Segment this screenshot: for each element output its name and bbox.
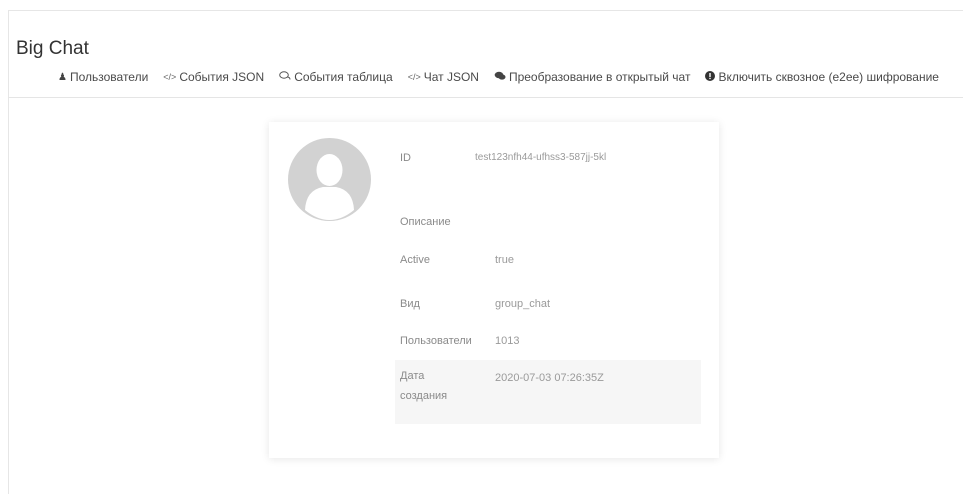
nav-enable-e2ee[interactable]: Включить сквозное (e2ee) шифрование: [705, 70, 939, 84]
row-type-value: group_chat: [495, 298, 551, 310]
nav-users-label: Пользователи: [69, 70, 149, 84]
code-icon: </>: [407, 72, 421, 82]
nav-chat-json[interactable]: </> Чат JSON: [408, 70, 479, 84]
code-icon: </>: [163, 72, 177, 82]
row-id-label: ID: [400, 152, 411, 164]
row-type-label: Вид: [400, 298, 420, 310]
row-id-value: test123nfh44-ufhss3-587jj-5kl: [475, 152, 607, 163]
info-circle-icon: [705, 70, 716, 84]
avatar-placeholder-icon: [288, 138, 371, 221]
row-created-label: Дата создания: [400, 370, 448, 402]
nav-events-table-label: События таблица: [294, 70, 393, 84]
row-description-label: Описание: [400, 216, 451, 228]
nav-users[interactable]: ♟ Пользователи: [58, 70, 148, 84]
row-created-value: 2020-07-03 07:26:35Z: [495, 372, 604, 384]
nav-enable-e2ee-label: Включить сквозное (e2ee) шифрование: [718, 70, 939, 84]
nav-divider: [8, 97, 963, 98]
row-users-label: Пользователи: [400, 335, 472, 347]
nav-convert-open-chat[interactable]: Преобразование в открытый чат: [494, 70, 691, 84]
row-active-value: true: [495, 254, 514, 266]
chat-nav: ♟ Пользователи </> События JSON События …: [58, 70, 954, 84]
row-users-value: 1013: [495, 335, 520, 347]
page-title: Big Chat: [16, 38, 89, 59]
nav-events-json[interactable]: </> События JSON: [163, 70, 264, 84]
chat-icon: [494, 71, 506, 84]
nav-events-json-label: События JSON: [179, 70, 265, 84]
nav-convert-open-chat-label: Преобразование в открытый чат: [508, 70, 691, 84]
comments-icon: [279, 70, 291, 84]
chat-info-card: ID test123nfh44-ufhss3-587jj-5kl Описани…: [269, 122, 719, 458]
nav-chat-json-label: Чат JSON: [423, 70, 479, 84]
row-active-label: Active: [400, 254, 430, 266]
nav-events-table[interactable]: События таблица: [279, 70, 393, 84]
user-icon: ♟: [58, 71, 67, 83]
